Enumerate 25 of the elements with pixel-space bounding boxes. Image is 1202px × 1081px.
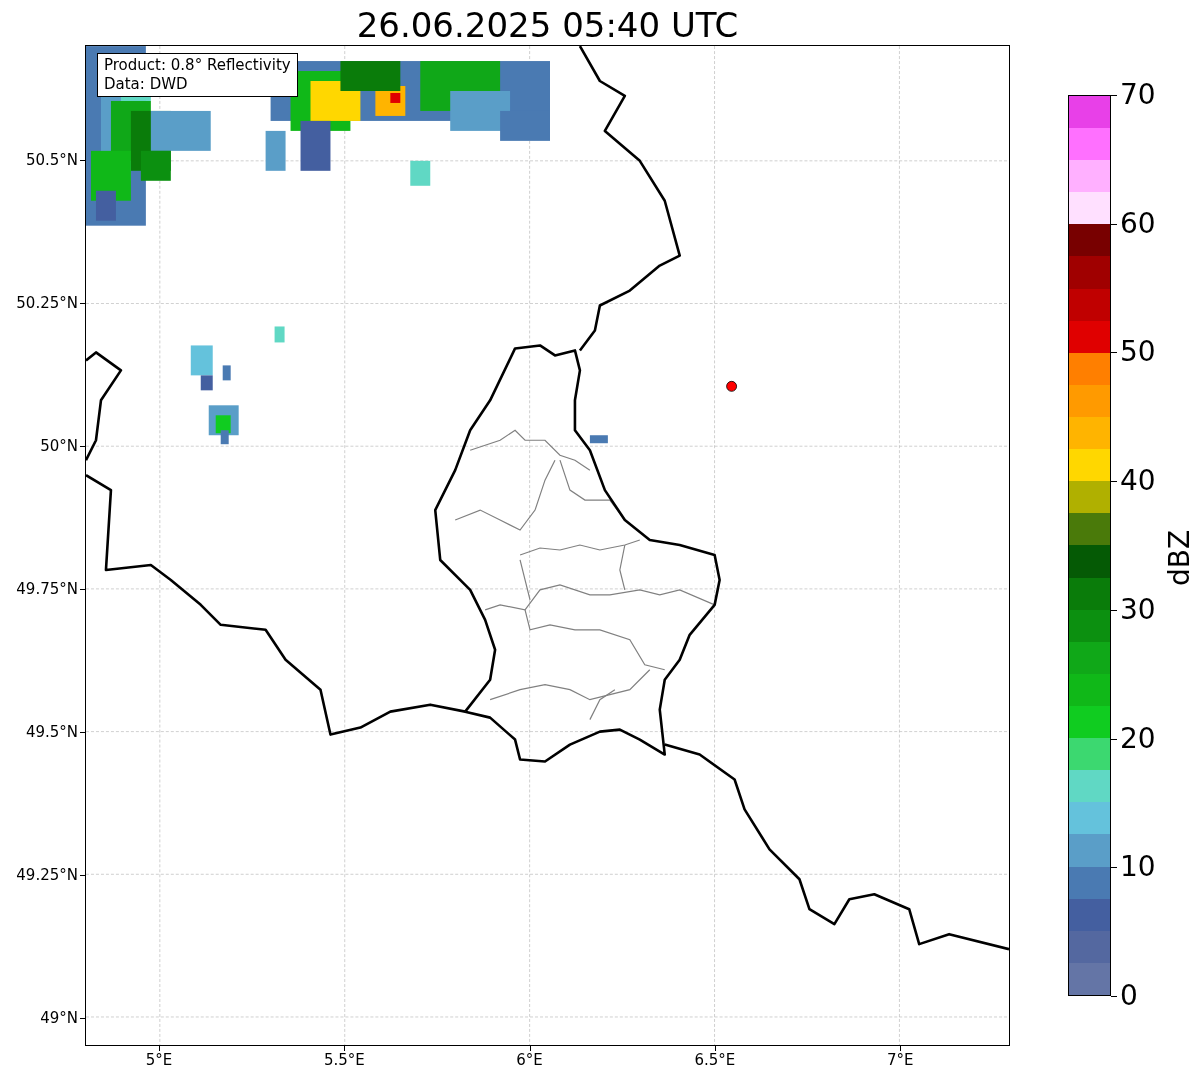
latitude-label: 49°N [40, 1009, 78, 1027]
colorbar-tick-label: 40 [1120, 465, 1156, 498]
longitude-label: 6°E [515, 1051, 544, 1069]
location-marker [726, 380, 737, 392]
latitude-label: 49.25°N [16, 866, 78, 884]
colorbar-tick-label: 20 [1120, 722, 1156, 755]
colorbar-label: dBZ [1164, 529, 1196, 587]
latitude-label: 50°N [40, 437, 78, 455]
colorbar-tick-label: 70 [1120, 79, 1156, 111]
info-text: Data: DWD [104, 75, 189, 94]
longitude-label: 5.5°E [322, 1051, 366, 1069]
longitude-label: 6.5°E [693, 1051, 737, 1069]
latitude-label: 50.5°N [25, 151, 78, 169]
info-text: Product: 0.8° Reflectivity [104, 56, 291, 75]
colorbar-tick-label: 0 [1120, 980, 1138, 1012]
colorbar-tick-label: 10 [1120, 851, 1156, 884]
latitude-label: 49.75°N [16, 580, 78, 598]
chart-title: 26.06.2025 05:40 UTC [355, 4, 740, 46]
longitude-label: 7°E [885, 1051, 915, 1069]
latitude-label: 50.25°N [16, 294, 78, 312]
colorbar-tick-label: 50 [1120, 336, 1156, 369]
colorbar-tick-label: 30 [1120, 593, 1156, 626]
latitude-label: 49.5°N [25, 723, 78, 741]
colorbar-tick-label: 60 [1120, 207, 1156, 240]
longitude-label: 5°E [144, 1051, 174, 1069]
